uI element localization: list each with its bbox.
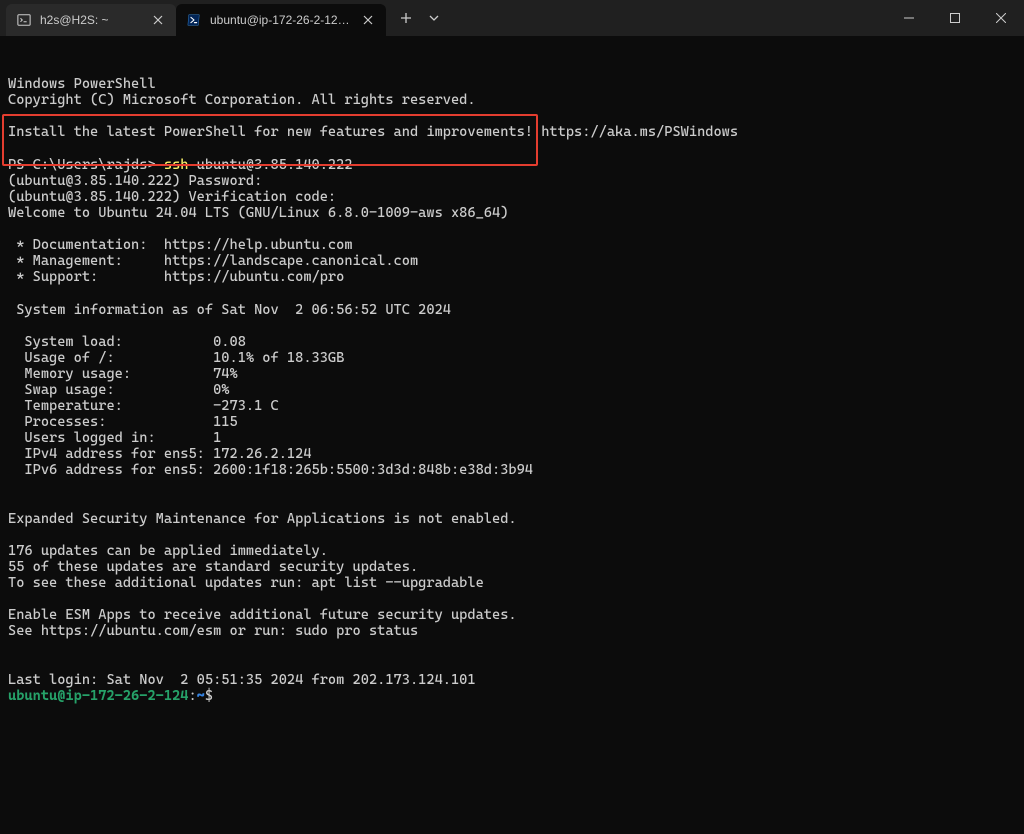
shell-path: ~ [197, 688, 205, 704]
terminal-line: See https://ubuntu.com/esm or run: sudo … [8, 623, 418, 639]
ps-prompt: PS C:\Users\rajds> [8, 157, 164, 173]
terminal-line: * Support: https://ubuntu.com/pro [8, 269, 344, 285]
terminal-line: Windows PowerShell [8, 76, 156, 92]
terminal-line: System load: 0.08 [8, 334, 246, 350]
close-icon[interactable] [150, 12, 166, 28]
terminal-line: Last login: Sat Nov 2 05:51:35 2024 from… [8, 672, 476, 688]
terminal-pane[interactable]: Windows PowerShell Copyright (C) Microso… [0, 36, 1024, 712]
terminal-line: Temperature: -273.1 C [8, 398, 279, 414]
tab-title: h2s@H2S: ~ [40, 13, 142, 27]
terminal-line: To see these additional updates run: apt… [8, 575, 484, 591]
terminal-icon [16, 12, 32, 28]
terminal-line: * Management: https://landscape.canonica… [8, 253, 418, 269]
terminal-line: Usage of /: 10.1% of 18.33GB [8, 350, 344, 366]
titlebar: h2s@H2S: ~ ubuntu@ip-172-26-2-124: ~ [0, 0, 1024, 36]
ssh-arg: ubuntu@3.85.140.222 [188, 157, 352, 173]
tab-title: ubuntu@ip-172-26-2-124: ~ [210, 13, 352, 27]
terminal-line: IPv6 address for ens5: 2600:1f18:265b:55… [8, 462, 533, 478]
new-tab-button[interactable] [390, 0, 422, 36]
terminal-line: IPv4 address for ens5: 172.26.2.124 [8, 446, 312, 462]
terminal-line: Copyright (C) Microsoft Corporation. All… [8, 92, 476, 108]
terminal-line: * Documentation: https://help.ubuntu.com [8, 237, 353, 253]
terminal-line: Install the latest PowerShell for new fe… [8, 124, 738, 140]
powershell-icon [186, 12, 202, 28]
maximize-button[interactable] [932, 0, 978, 36]
ssh-command: ssh [164, 157, 189, 173]
terminal-line: Enable ESM Apps to receive additional fu… [8, 607, 517, 623]
terminal-line: Expanded Security Maintenance for Applic… [8, 511, 517, 527]
terminal-line: Memory usage: 74% [8, 366, 238, 382]
shell-user: ubuntu@ip-172-26-2-124 [8, 688, 188, 704]
close-window-button[interactable] [978, 0, 1024, 36]
terminal-line: 55 of these updates are standard securit… [8, 559, 418, 575]
terminal-line: Swap usage: 0% [8, 382, 229, 398]
terminal-line: System information as of Sat Nov 2 06:56… [8, 302, 451, 318]
tab-strip: h2s@H2S: ~ ubuntu@ip-172-26-2-124: ~ [0, 0, 446, 36]
tab-item-0[interactable]: h2s@H2S: ~ [6, 4, 176, 36]
password-prompt: (ubuntu@3.85.140.222) Password: [8, 173, 262, 189]
shell-dollar: $ [205, 688, 213, 704]
tab-dropdown-button[interactable] [422, 0, 446, 36]
terminal-line: 176 updates can be applied immediately. [8, 543, 328, 559]
minimize-button[interactable] [886, 0, 932, 36]
shell-colon: : [188, 688, 196, 704]
verification-prompt: (ubuntu@3.85.140.222) Verification code: [8, 189, 336, 205]
window-controls [886, 0, 1024, 36]
terminal-line: Users logged in: 1 [8, 430, 221, 446]
close-icon[interactable] [360, 12, 376, 28]
terminal-line: Processes: 115 [8, 414, 238, 430]
tab-item-1[interactable]: ubuntu@ip-172-26-2-124: ~ [176, 4, 386, 36]
terminal-line: Welcome to Ubuntu 24.04 LTS (GNU/Linux 6… [8, 205, 508, 221]
